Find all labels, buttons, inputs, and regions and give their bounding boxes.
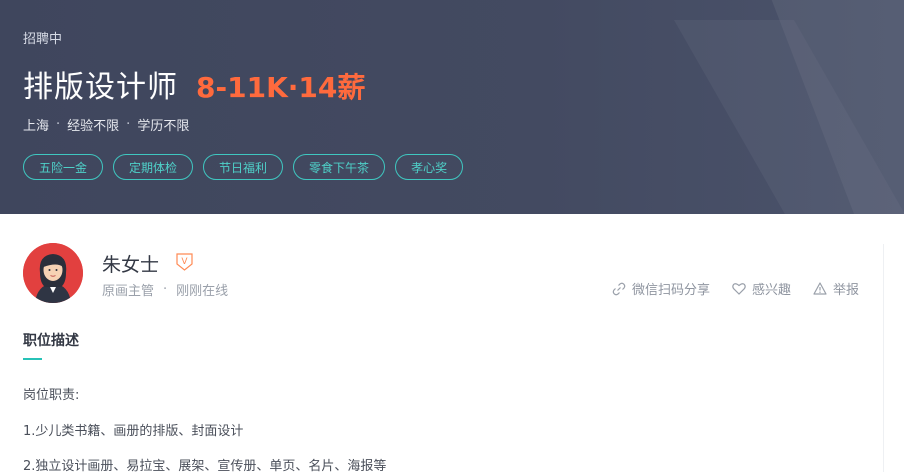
description-line: 2.独立设计画册、易拉宝、展架、宣传册、单页、名片、海报等 [23, 459, 387, 472]
action-bar: 微信扫码分享 感兴趣 举报 [590, 279, 859, 298]
warning-icon [813, 282, 827, 295]
recruiter-info: 原画主管 · 刚刚在线 [102, 280, 228, 299]
job-meta: 上海 · 经验不限 · 学历不限 [23, 115, 189, 134]
benefit-tag: 五险一金 [23, 154, 104, 180]
background-decoration [674, 0, 904, 214]
section-underline [23, 358, 42, 360]
link-icon [612, 282, 626, 295]
benefit-tag: 节日福利 [203, 154, 284, 180]
description-line: 1.少儿类书籍、画册的排版、封面设计 [23, 424, 244, 439]
benefit-tag: 定期体检 [113, 154, 194, 180]
job-experience: 经验不限 [67, 119, 120, 134]
interest-button[interactable]: 感兴趣 [732, 279, 791, 298]
heart-icon [732, 283, 746, 295]
recruiter-title: 原画主管 [102, 284, 155, 299]
report-label: 举报 [832, 283, 859, 298]
report-button[interactable]: 举报 [813, 279, 859, 298]
job-city: 上海 [23, 119, 50, 134]
share-label: 微信扫码分享 [631, 283, 710, 298]
verified-label: V [181, 257, 188, 267]
benefit-tags: 五险一金 定期体检 节日福利 零食下午茶 孝心奖 [23, 154, 473, 180]
job-title: 排版设计师 [23, 70, 178, 105]
benefit-tag: 零食下午茶 [293, 154, 386, 180]
job-status: 招聘中 [23, 32, 63, 47]
recruiter-avatar[interactable] [23, 243, 83, 303]
description-line: 岗位职责: [23, 388, 80, 403]
job-salary: 8-11K·14薪 [196, 71, 366, 104]
verified-icon: V [176, 253, 193, 271]
section-title: 职位描述 [23, 333, 79, 349]
job-header: 招聘中 排版设计师 8-11K·14薪 上海 · 经验不限 · 学历不限 五险一… [0, 0, 904, 214]
benefit-tag: 孝心奖 [395, 154, 464, 180]
avatar-illustration [23, 243, 83, 303]
job-title-row: 排版设计师 8-11K·14薪 [23, 62, 365, 106]
meta-separator: · [56, 117, 61, 132]
recruiter-separator: · [163, 282, 168, 297]
recruiter-online-status: 刚刚在线 [176, 284, 229, 299]
job-education: 学历不限 [137, 119, 190, 134]
content-divider [883, 244, 884, 472]
interest-label: 感兴趣 [751, 283, 791, 298]
recruiter-name: 朱女士 [102, 254, 160, 276]
share-button[interactable]: 微信扫码分享 [612, 279, 710, 298]
meta-separator: · [126, 117, 131, 132]
